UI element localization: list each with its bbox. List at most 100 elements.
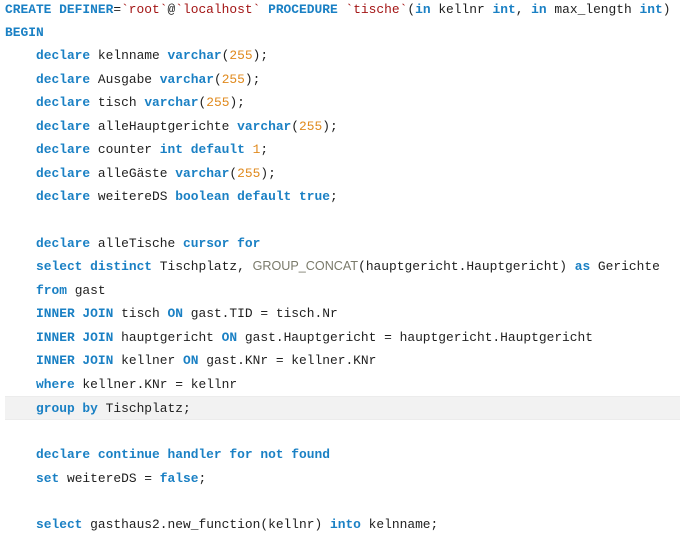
code-line[interactable]: INNER JOIN tisch ON gast.TID = tisch.Nr <box>5 302 680 325</box>
sql-identifier: hauptgericht.Hauptgericht <box>365 259 560 275</box>
code-line[interactable]: set weitereDS = false; <box>5 467 680 490</box>
sql-identifier: weitereDS <box>90 189 176 205</box>
sql-string: `localhost` <box>175 1 261 17</box>
sql-identifier: gast.KNr = kellner.KNr <box>198 353 377 369</box>
sql-number: 255 <box>237 165 261 181</box>
code-line[interactable]: INNER JOIN kellner ON gast.KNr = kellner… <box>5 349 680 372</box>
sql-code-editor[interactable]: CREATE DEFINER=`root`@`localhost` PROCED… <box>0 0 680 538</box>
sql-keyword: varchar <box>159 71 214 87</box>
sql-keyword: INNER JOIN <box>36 306 114 322</box>
sql-keyword: int <box>639 1 663 17</box>
sql-keyword: from <box>36 282 67 298</box>
sql-identifier: alleTische <box>90 236 183 251</box>
sql-punctuation <box>260 2 268 17</box>
sql-keyword: declare <box>36 95 91 111</box>
sql-punctuation: ; <box>260 142 269 158</box>
code-line[interactable]: declare kelnname varchar(255); <box>5 44 680 67</box>
sql-keyword: ON <box>221 329 238 345</box>
sql-keyword: int default <box>159 142 245 158</box>
sql-identifier: Gerichte <box>590 259 660 275</box>
code-line[interactable]: where kellner.KNr = kellnr <box>5 373 680 396</box>
code-line[interactable]: declare alleGäste varchar(255); <box>5 162 680 185</box>
sql-keyword: declare <box>36 165 91 181</box>
sql-keyword: varchar <box>175 165 230 181</box>
sql-keyword: in <box>415 1 431 17</box>
sql-number: 255 <box>206 95 230 111</box>
sql-keyword: declare <box>36 48 91 64</box>
sql-punctuation: ); <box>260 165 276 181</box>
sql-keyword: ON <box>167 306 183 322</box>
sql-keyword: ON <box>182 353 199 369</box>
sql-identifier: kellnr <box>430 1 493 17</box>
code-line[interactable]: declare tisch varchar(255); <box>5 91 680 114</box>
sql-keyword: BEGIN <box>5 24 44 40</box>
sql-identifier: counter <box>90 142 160 158</box>
code-line[interactable]: declare counter int default 1; <box>5 138 680 161</box>
sql-punctuation: ( <box>358 259 366 275</box>
sql-keyword: declare continue handler for not found <box>36 447 330 463</box>
sql-identifier: hauptgericht <box>113 329 222 345</box>
sql-identifier: kelnname <box>90 48 168 64</box>
sql-punctuation: ) <box>662 1 671 17</box>
code-line[interactable] <box>5 420 680 443</box>
sql-punctuation: = <box>113 1 122 17</box>
sql-punctuation: ; <box>198 470 207 486</box>
code-line[interactable]: select gasthaus2.new_function(kellnr) in… <box>5 513 680 536</box>
code-line-current[interactable]: group by Tischplatz; <box>5 396 680 420</box>
sql-identifier: gast.Hauptgericht = hauptgericht.Hauptge… <box>237 329 593 345</box>
sql-keyword: as <box>574 259 591 275</box>
sql-keyword: declare <box>36 118 91 134</box>
code-line[interactable]: declare weitereDS boolean default true; <box>5 185 680 208</box>
sql-punctuation: ); <box>229 95 245 111</box>
sql-keyword: boolean default true <box>175 189 330 205</box>
sql-keyword: INNER JOIN <box>36 353 114 369</box>
sql-keyword: false <box>159 470 199 486</box>
code-line[interactable] <box>5 490 680 513</box>
code-line[interactable]: declare continue handler for not found <box>5 443 680 466</box>
sql-punctuation: ); <box>244 71 261 87</box>
sql-keyword: PROCEDURE <box>268 1 338 17</box>
sql-identifier: alleHauptgerichte <box>90 118 238 134</box>
sql-keyword: cursor for <box>182 236 261 251</box>
sql-number: 255 <box>229 48 253 64</box>
sql-identifier: kellner.KNr = kellnr <box>74 376 238 392</box>
sql-punctuation: ( <box>407 1 416 17</box>
code-line[interactable]: BEGIN <box>5 21 680 44</box>
sql-identifier: Tischplatz; <box>97 401 191 417</box>
sql-identifier: Ausgabe <box>90 71 160 87</box>
sql-punctuation: , <box>515 1 532 17</box>
code-line[interactable] <box>5 209 680 232</box>
code-line[interactable]: declare alleHauptgerichte varchar(255); <box>5 115 680 138</box>
sql-string: `root` <box>121 1 168 17</box>
sql-identifier: kelnname; <box>360 517 439 533</box>
sql-keyword: int <box>492 1 516 17</box>
sql-keyword: where <box>36 376 75 392</box>
sql-punctuation: ( <box>291 118 300 134</box>
sql-identifier: Tischplatz, <box>152 259 253 275</box>
code-line[interactable]: select distinct Tischplatz, GROUP_CONCAT… <box>5 255 680 278</box>
sql-keyword: INNER JOIN <box>36 329 114 345</box>
code-line[interactable]: INNER JOIN hauptgericht ON gast.Hauptger… <box>5 326 680 349</box>
sql-identifier: weitereDS = <box>59 470 160 486</box>
sql-number: 255 <box>221 71 245 87</box>
sql-identifier: tisch <box>113 306 168 322</box>
sql-function: GROUP_CONCAT <box>252 259 359 274</box>
sql-punctuation: ); <box>252 48 269 64</box>
sql-keyword: varchar <box>144 95 199 111</box>
code-line[interactable]: declare Ausgabe varchar(255); <box>5 68 680 91</box>
sql-keyword: select distinct <box>36 259 153 275</box>
sql-keyword: select <box>36 517 83 533</box>
sql-number: 255 <box>299 118 323 134</box>
code-line[interactable]: CREATE DEFINER=`root`@`localhost` PROCED… <box>5 0 680 21</box>
sql-identifier: max_length <box>546 1 640 17</box>
sql-keyword: CREATE DEFINER <box>5 1 114 17</box>
sql-punctuation <box>245 142 253 157</box>
sql-identifier: tisch <box>90 95 145 111</box>
code-line[interactable]: declare alleTische cursor for <box>5 232 680 255</box>
sql-identifier: gasthaus2.new_function(kellnr) <box>82 517 330 533</box>
sql-punctuation: ( <box>213 71 222 87</box>
sql-punctuation: ); <box>322 118 338 134</box>
sql-keyword: declare <box>36 142 91 158</box>
sql-identifier: gast.TID = tisch.Nr <box>183 306 338 322</box>
code-line[interactable]: from gast <box>5 279 680 302</box>
